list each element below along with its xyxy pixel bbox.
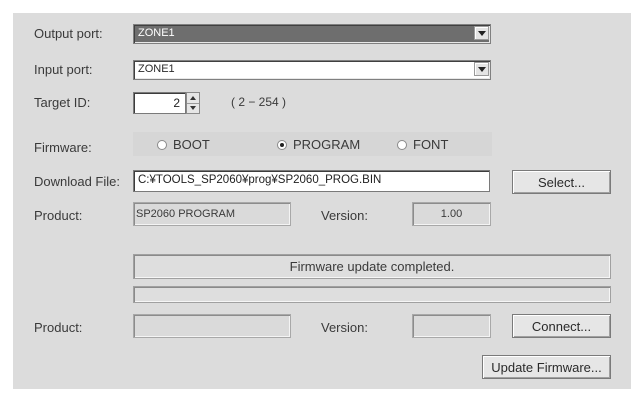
product-label-bottom: Product: (34, 320, 83, 335)
radio-boot[interactable]: BOOT (157, 137, 210, 152)
product-value-field-bottom (133, 314, 291, 338)
version-label-bottom: Version: (321, 320, 368, 335)
output-port-value: ZONE1 (138, 27, 175, 39)
radio-font-indicator (397, 139, 407, 150)
radio-boot-label: BOOT (173, 137, 210, 152)
input-port-label: Input port: (34, 62, 93, 77)
firmware-label: Firmware: (34, 140, 92, 155)
spin-down-button[interactable] (187, 103, 199, 113)
output-port-select[interactable]: ZONE1 (133, 24, 491, 44)
progress-bar (133, 286, 611, 303)
target-id-range: ( 2 − 254 ) (231, 95, 287, 109)
chevron-down-icon (478, 67, 486, 72)
status-panel: Firmware update completed. (133, 254, 611, 279)
version-value: 1.00 (440, 208, 463, 220)
firmware-update-dialog: Output port: ZONE1 Input port: ZONE1 Tar… (13, 13, 631, 389)
product-value-field: SP2060 PROGRAM (133, 202, 291, 226)
output-port-label: Output port: (34, 26, 103, 41)
input-port-value: ZONE1 (138, 63, 175, 75)
product-value: SP2060 PROGRAM (136, 208, 236, 220)
version-value-field: 1.00 (412, 202, 491, 226)
download-file-path: C:¥TOOLS_SP2060¥prog¥SP2060_PROG.BIN (138, 174, 382, 186)
radio-boot-indicator (157, 139, 167, 150)
radio-font[interactable]: FONT (397, 137, 448, 152)
radio-font-label: FONT (413, 137, 449, 152)
radio-program-label: PROGRAM (293, 137, 361, 152)
select-button[interactable]: Select... (512, 170, 611, 194)
target-id-spinner[interactable] (186, 92, 200, 114)
target-id-label: Target ID: (34, 95, 91, 110)
target-id-input[interactable]: 2 (133, 92, 186, 114)
chevron-down-icon (478, 31, 486, 36)
download-file-label: Download File: (34, 174, 120, 189)
version-label: Version: (321, 208, 368, 223)
radio-program-indicator (277, 139, 287, 150)
connect-button[interactable]: Connect... (512, 314, 611, 338)
update-firmware-button[interactable]: Update Firmware... (482, 355, 611, 379)
product-label: Product: (34, 208, 83, 223)
chevron-up-icon (190, 96, 196, 100)
input-port-select[interactable]: ZONE1 (133, 60, 491, 80)
radio-program[interactable]: PROGRAM (277, 137, 360, 152)
input-port-dropdown-button[interactable] (474, 62, 489, 76)
chevron-down-icon (190, 106, 196, 110)
output-port-dropdown-button[interactable] (474, 26, 489, 40)
download-file-input[interactable]: C:¥TOOLS_SP2060¥prog¥SP2060_PROG.BIN (133, 170, 490, 192)
target-id-value: 2 (173, 96, 180, 110)
status-message: Firmware update completed. (289, 259, 455, 274)
version-value-field-bottom (412, 314, 491, 338)
